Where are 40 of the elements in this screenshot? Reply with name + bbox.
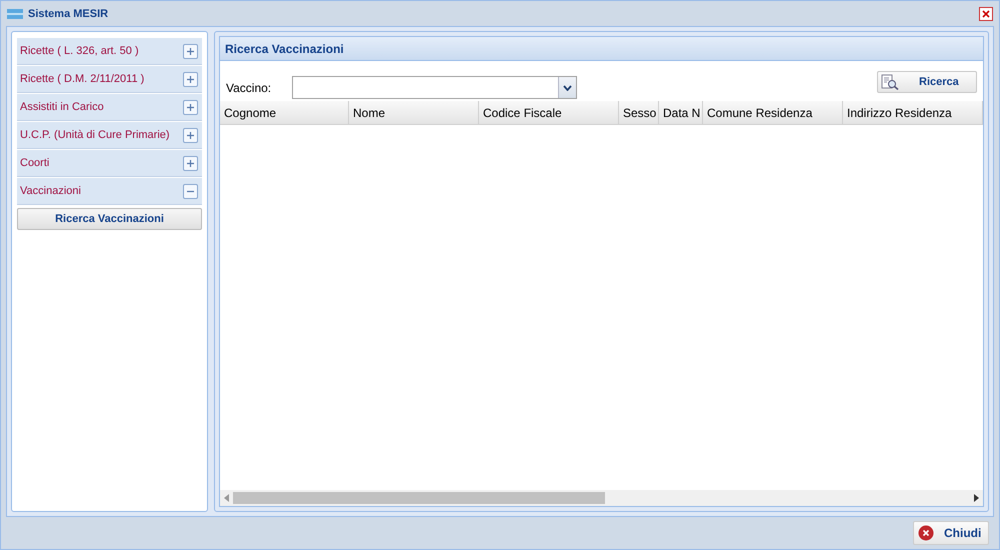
- column-header[interactable]: Cognome: [220, 101, 349, 124]
- close-button[interactable]: [979, 6, 993, 20]
- accordion-header[interactable]: Ricette ( D.M. 2/11/2011 ): [17, 65, 202, 93]
- column-header[interactable]: Data N: [659, 101, 703, 124]
- horizontal-scrollbar[interactable]: [220, 490, 983, 506]
- expand-button[interactable]: [183, 44, 198, 58]
- column-header[interactable]: Codice Fiscale: [479, 101, 619, 124]
- accordion-header[interactable]: Ricette ( L. 326, art. 50 ): [17, 37, 202, 65]
- column-header[interactable]: Comune Residenza: [703, 101, 843, 124]
- plus-icon: [186, 130, 195, 140]
- column-header[interactable]: Indirizzo Residenza: [843, 101, 983, 124]
- plus-icon: [186, 46, 195, 56]
- accordion-header[interactable]: U.C.P. (Unità di Cure Primarie): [17, 121, 202, 149]
- search-button[interactable]: Ricerca: [877, 71, 977, 93]
- expand-button[interactable]: [183, 100, 198, 114]
- column-header[interactable]: Sesso: [619, 101, 659, 124]
- plus-icon: [186, 74, 195, 84]
- expand-button[interactable]: [183, 128, 198, 142]
- expand-button[interactable]: [183, 156, 198, 170]
- close-icon: [918, 525, 934, 541]
- dropdown-trigger[interactable]: [558, 77, 576, 98]
- field-label: Vaccino:: [226, 81, 272, 97]
- close-icon: [982, 10, 990, 18]
- search-icon: [881, 74, 899, 90]
- accordion-header[interactable]: Coorti: [17, 149, 202, 177]
- chevron-down-icon: [563, 84, 572, 90]
- scroll-right-icon[interactable]: [974, 494, 979, 502]
- scroll-left-icon[interactable]: [224, 494, 229, 502]
- plus-icon: [186, 158, 195, 168]
- accordion-header[interactable]: Vaccinazioni: [17, 177, 202, 205]
- panel-title: Ricerca Vaccinazioni: [225, 42, 344, 56]
- menu-button[interactable]: Ricerca Vaccinazioni: [17, 208, 202, 230]
- close-button[interactable]: Chiudi: [913, 521, 989, 545]
- window-title: Sistema MESIR: [28, 8, 110, 20]
- plus-icon: [186, 102, 195, 112]
- window-icon: [7, 8, 23, 18]
- accordion-header[interactable]: Assistiti in Carico: [17, 93, 202, 121]
- expand-button[interactable]: [183, 72, 198, 86]
- column-header[interactable]: Nome: [349, 101, 479, 124]
- collapse-button[interactable]: [183, 184, 198, 198]
